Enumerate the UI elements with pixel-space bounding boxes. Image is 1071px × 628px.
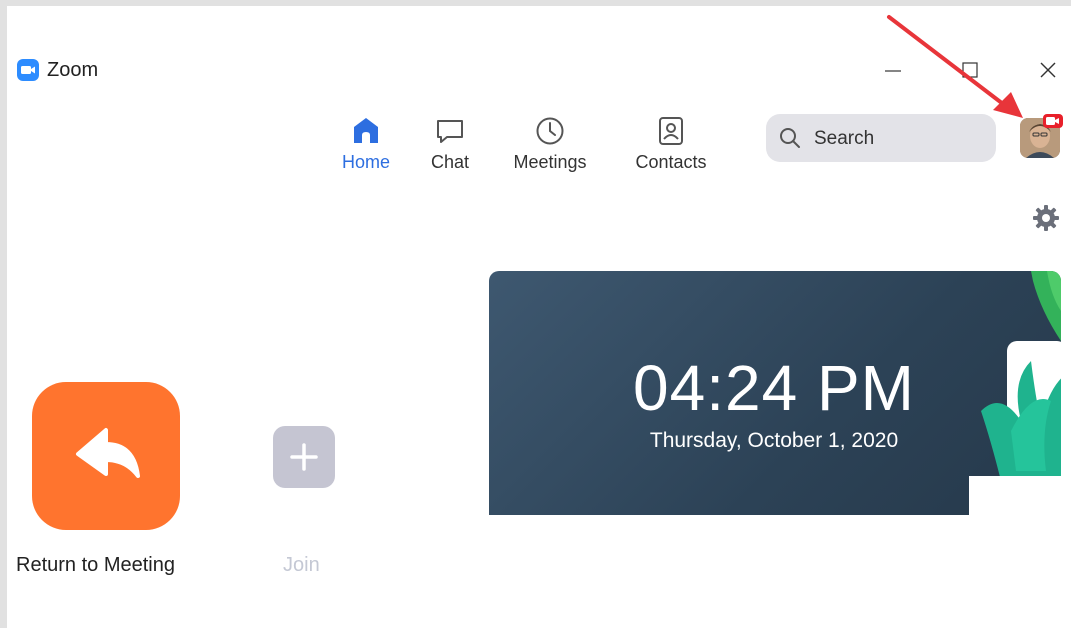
- clock-card: 04:24 PM Thursday, October 1, 2020: [489, 271, 1061, 515]
- join-button[interactable]: [273, 426, 335, 488]
- close-icon: [1040, 62, 1056, 78]
- video-status-badge: [1043, 114, 1063, 128]
- video-camera-icon: [1046, 117, 1059, 125]
- gear-icon[interactable]: [1032, 204, 1060, 232]
- annotation-arrow-icon: [887, 15, 1023, 118]
- return-arrow-icon: [76, 428, 140, 478]
- tab-contacts[interactable]: Contacts: [616, 114, 726, 173]
- return-to-meeting-button[interactable]: [32, 382, 180, 530]
- window-title: Zoom: [47, 59, 99, 81]
- return-to-meeting-label: Return to Meeting: [16, 554, 175, 576]
- close-button[interactable]: [1033, 56, 1063, 86]
- tab-meetings[interactable]: Meetings: [495, 114, 605, 173]
- tab-meetings-label: Meetings: [513, 152, 587, 172]
- plus-icon: [290, 443, 318, 471]
- tab-chat[interactable]: Chat: [395, 114, 505, 173]
- home-icon: [354, 118, 378, 143]
- search-input[interactable]: [812, 124, 986, 154]
- plant-illustration: [969, 271, 1061, 515]
- zoom-logo-icon: [17, 59, 39, 81]
- chat-bubble-icon: [437, 120, 463, 143]
- search-icon: [780, 128, 800, 148]
- tab-contacts-label: Contacts: [635, 152, 707, 172]
- contact-card-icon: [659, 117, 683, 145]
- tab-chat-label: Chat: [430, 152, 470, 172]
- clock-icon: [536, 117, 564, 145]
- zoom-window: Zoom Home Chat Meetings Contacts Search …: [7, 6, 1071, 628]
- join-label: Join: [283, 554, 320, 576]
